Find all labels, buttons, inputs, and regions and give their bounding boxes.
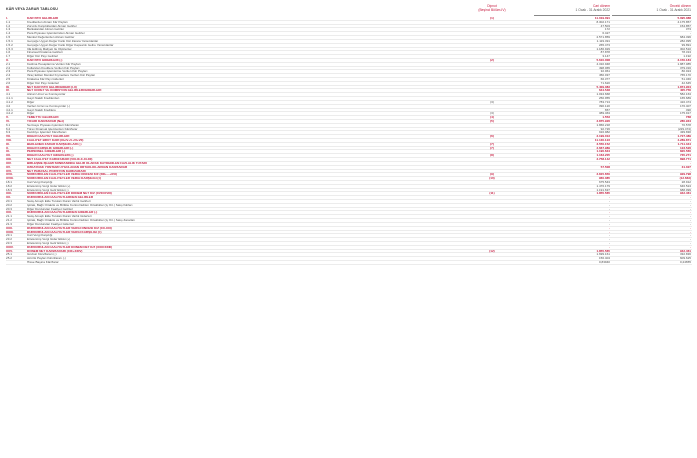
income-statement: KÂR VEYA ZARAR TABLOSU Dipnot (Beşinci B… xyxy=(6,4,692,265)
current-period-range: 1 Ocak - 31 Aralık 2022 xyxy=(575,8,610,13)
page-title: KÂR VEYA ZARAR TABLOSU xyxy=(6,7,58,11)
row-previous-value: 0,24655 xyxy=(679,260,691,264)
row-current-value: 0,83940 xyxy=(598,260,610,264)
statement-rows: I. KÂR PAYI GELİRLERİ (1) 11.019.091 5.095.0… xyxy=(6,16,692,265)
table-header: KÂR VEYA ZARAR TABLOSU Dipnot (Beşinci B… xyxy=(6,4,692,17)
previous-period-header: Önceki dönem 1 Ocak - 31 Aralık 2021 xyxy=(612,4,691,12)
note-column-sublabel: (Beşinci Bölüm-IV) xyxy=(478,8,506,13)
table-row: Hisse Başına Kâr/Zarar 0,83940 0,24655 xyxy=(6,260,692,265)
previous-period-range: 1 Ocak - 31 Aralık 2021 xyxy=(656,8,691,13)
row-label: Hisse Başına Kâr/Zarar xyxy=(27,261,59,264)
note-column-header: Dipnot (Beşinci Bölüm-IV) xyxy=(464,4,520,12)
current-period-header: Cari dönem 1 Ocak - 31 Aralık 2022 xyxy=(534,4,610,12)
